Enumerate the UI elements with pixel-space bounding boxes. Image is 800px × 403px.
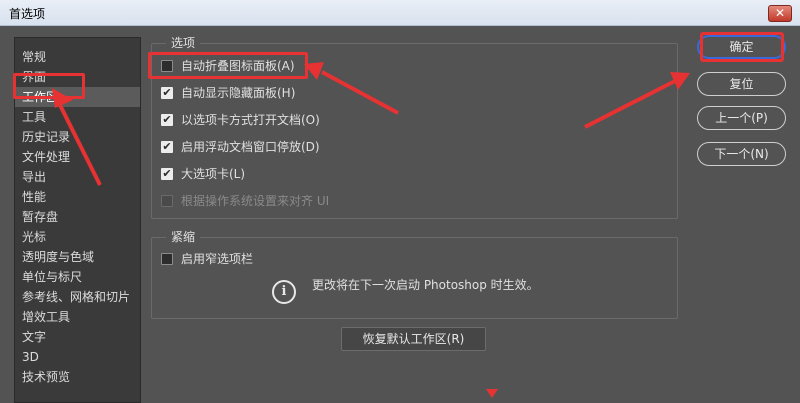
sidebar-item-cursors[interactable]: 光标 [15, 227, 140, 247]
sidebar-item-transparency[interactable]: 透明度与色域 [15, 247, 140, 267]
ok-highlight-box [700, 32, 784, 62]
narrow-options-bar-checkbox[interactable] [161, 253, 173, 265]
sidebar-item-general[interactable]: 常规 [15, 47, 140, 67]
large-tabs-label: 大选项卡(L) [181, 167, 246, 181]
options-group-label: 选项 [166, 34, 201, 51]
sidebar-item-3d[interactable]: 3D [15, 347, 140, 367]
floating-doc-docking-label: 启用浮动文档窗口停放(D) [181, 140, 320, 154]
sidebar-item-scratch-disks[interactable]: 暂存盘 [15, 207, 140, 227]
sidebar-item-type[interactable]: 文字 [15, 327, 140, 347]
sidebar-item-performance[interactable]: 性能 [15, 187, 140, 207]
sidebar-item-history[interactable]: 历史记录 [15, 127, 140, 147]
narrow-options-bar-label: 启用窄选项栏 [181, 252, 254, 266]
sidebar-item-file-handling[interactable]: 文件处理 [15, 147, 140, 167]
previous-button[interactable]: 上一个(P) [697, 106, 786, 130]
auto-show-hidden-panels-label: 自动显示隐藏面板(H) [181, 86, 296, 100]
os-ui-alignment-label: 根据操作系统设置来对齐 UI [181, 194, 330, 208]
workspace-highlight-box [13, 73, 85, 99]
open-docs-as-tabs-label: 以选项卡方式打开文档(O) [181, 113, 320, 127]
window-title: 首选项 [9, 7, 46, 21]
title-bar: 首选项 ✕ [0, 0, 800, 26]
sidebar-item-technology-previews[interactable]: 技术预览 [15, 367, 140, 387]
floating-doc-docking-checkbox[interactable]: ✔ [161, 141, 173, 153]
restart-notice: 更改将在下一次启动 Photoshop 时生效。 [312, 278, 539, 292]
auto-collapse-highlight-box [148, 52, 308, 79]
preferences-dialog: 常规 界面 工作区 工具 历史记录 文件处理 导出 性能 暂存盘 光标 透明度与… [0, 26, 800, 403]
compact-group-label: 紧缩 [166, 228, 201, 245]
close-icon: ✕ [774, 6, 786, 20]
auto-show-hidden-panels-checkbox[interactable]: ✔ [161, 87, 173, 99]
reset-button[interactable]: 复位 [697, 72, 786, 96]
large-tabs-checkbox[interactable]: ✔ [161, 168, 173, 180]
os-ui-alignment-checkbox [161, 195, 173, 207]
info-icon: i [272, 280, 296, 304]
sidebar-item-plugins[interactable]: 增效工具 [15, 307, 140, 327]
close-button[interactable]: ✕ [768, 5, 792, 22]
sidebar-item-guides-grid-slices[interactable]: 参考线、网格和切片 [15, 287, 140, 307]
sidebar-item-tools[interactable]: 工具 [15, 107, 140, 127]
restore-default-workspace-button[interactable]: 恢复默认工作区(R) [341, 327, 486, 351]
open-docs-as-tabs-checkbox[interactable]: ✔ [161, 114, 173, 126]
next-button[interactable]: 下一个(N) [697, 142, 786, 166]
sidebar-item-units-rulers[interactable]: 单位与标尺 [15, 267, 140, 287]
sidebar-item-export[interactable]: 导出 [15, 167, 140, 187]
